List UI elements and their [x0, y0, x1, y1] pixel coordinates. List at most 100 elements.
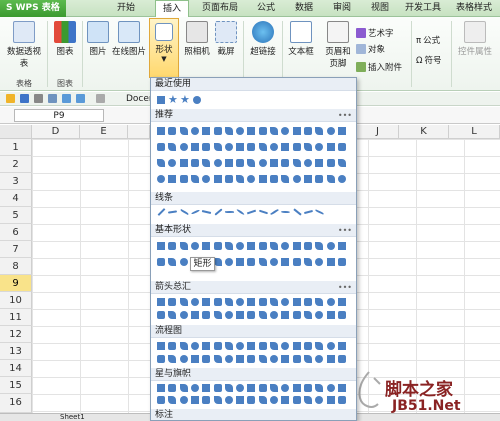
recommended-shape[interactable] [236, 159, 245, 167]
app-menu-button[interactable]: S WPS 表格 [0, 0, 66, 17]
flowchart-shape[interactable] [303, 355, 312, 363]
star-shape[interactable] [315, 396, 324, 404]
row-header-selected[interactable]: 9 [0, 275, 32, 292]
basic-shape[interactable] [337, 258, 346, 266]
basic-shape[interactable] [157, 242, 165, 250]
recommended-shape[interactable] [179, 175, 188, 183]
recommended-shape[interactable] [281, 159, 290, 167]
line-shape[interactable] [213, 208, 223, 216]
basic-shape[interactable] [270, 258, 278, 266]
flowchart-shape[interactable] [337, 342, 346, 350]
recommended-shape[interactable] [157, 159, 165, 167]
symbol-button[interactable]: Ω 符号 [416, 54, 442, 66]
row-header[interactable]: 12 [0, 326, 32, 343]
star-shape[interactable] [247, 384, 256, 392]
star-shape[interactable] [224, 396, 233, 404]
star-shape[interactable] [202, 396, 211, 404]
basic-shape[interactable] [179, 258, 188, 266]
basic-shape[interactable] [190, 242, 199, 250]
docer-tab[interactable]: Docer [114, 92, 153, 106]
preview-icon[interactable] [48, 94, 57, 103]
menu-insert[interactable]: 插入 [155, 0, 189, 17]
flowchart-shape[interactable] [179, 342, 188, 350]
line-shape[interactable] [190, 209, 200, 215]
column-header-l[interactable]: L [449, 125, 500, 139]
arrow-shape[interactable] [247, 298, 256, 306]
arrow-shape[interactable] [202, 311, 211, 319]
arrow-shape[interactable] [315, 311, 324, 319]
object-button[interactable]: 对象 [356, 43, 385, 55]
arrow-shape[interactable] [190, 311, 199, 319]
basic-shape[interactable] [213, 242, 222, 250]
recommended-shape[interactable] [292, 175, 301, 183]
star-shape[interactable] [202, 384, 211, 392]
arrow-shape[interactable] [247, 311, 256, 319]
star-shape[interactable] [337, 396, 346, 404]
arrow-shape[interactable] [190, 298, 199, 306]
undo-icon[interactable] [62, 94, 71, 103]
flowchart-shape[interactable] [281, 355, 290, 363]
arrow-shape[interactable] [224, 298, 233, 306]
recommended-shape[interactable] [292, 143, 301, 151]
arrow-shape[interactable] [179, 311, 188, 319]
menu-home[interactable]: 开始 [110, 0, 142, 17]
row-header[interactable]: 5 [0, 207, 32, 224]
basic-shape[interactable] [224, 242, 233, 250]
row-header[interactable]: 11 [0, 309, 32, 326]
recommended-shape[interactable] [190, 127, 199, 135]
online-picture-button[interactable]: 在线图片 [110, 21, 148, 57]
shape-button[interactable]: 形状 ▼ [149, 18, 179, 78]
star-shape[interactable] [315, 384, 324, 392]
recommended-shape[interactable] [213, 175, 222, 183]
star-shape[interactable] [292, 396, 301, 404]
recommended-shape[interactable] [281, 127, 290, 135]
recommended-shape[interactable] [258, 127, 267, 135]
flowchart-shape[interactable] [202, 342, 211, 350]
recommended-shape[interactable] [224, 143, 233, 151]
basic-shape[interactable] [224, 258, 233, 266]
recommended-shape[interactable] [213, 143, 222, 151]
recommended-shape[interactable] [258, 175, 267, 183]
arrow-shape[interactable] [326, 298, 335, 306]
flowchart-shape[interactable] [190, 355, 199, 363]
select-all-corner[interactable] [0, 125, 32, 139]
recommended-shape[interactable] [157, 143, 165, 151]
recommended-shape[interactable] [247, 143, 256, 151]
star-shape[interactable] [258, 384, 267, 392]
recommended-shape[interactable] [179, 159, 188, 167]
recommended-shape[interactable] [292, 127, 301, 135]
recommended-shape[interactable] [179, 143, 188, 151]
recommended-shape[interactable] [247, 175, 256, 183]
line-shape[interactable] [292, 208, 302, 216]
recommended-shape[interactable] [224, 159, 233, 167]
flowchart-shape[interactable] [224, 355, 233, 363]
flowchart-shape[interactable] [270, 355, 278, 363]
arrow-shape[interactable] [292, 311, 301, 319]
basic-shape[interactable] [236, 242, 245, 250]
star-shape[interactable] [303, 396, 312, 404]
recommended-shape[interactable] [224, 127, 233, 135]
arrow-shape[interactable] [303, 311, 312, 319]
recommended-shape[interactable] [168, 127, 177, 135]
arrow-shape[interactable] [258, 298, 267, 306]
menu-view[interactable]: 视图 [364, 0, 396, 17]
flowchart-shape[interactable] [157, 355, 165, 363]
arrow-shape[interactable] [157, 311, 165, 319]
flowchart-shape[interactable] [236, 355, 245, 363]
sheet-tab[interactable]: Sheet1 [60, 413, 85, 421]
star-shape[interactable]: ★ [168, 93, 178, 106]
arrow-shape[interactable] [213, 311, 222, 319]
flowchart-shape[interactable] [190, 342, 199, 350]
star-shape[interactable] [157, 384, 165, 392]
basic-shape[interactable] [157, 258, 165, 266]
flowchart-shape[interactable] [236, 342, 245, 350]
recommended-shape[interactable] [303, 143, 312, 151]
recommended-shape[interactable] [326, 143, 335, 151]
arrow-shape[interactable] [157, 298, 165, 306]
flowchart-shape[interactable] [326, 355, 335, 363]
row-header[interactable]: 8 [0, 258, 32, 275]
star-shape[interactable] [190, 384, 199, 392]
basic-shape[interactable] [303, 242, 312, 250]
star-shape[interactable] [270, 384, 278, 392]
print-icon[interactable] [34, 94, 43, 103]
